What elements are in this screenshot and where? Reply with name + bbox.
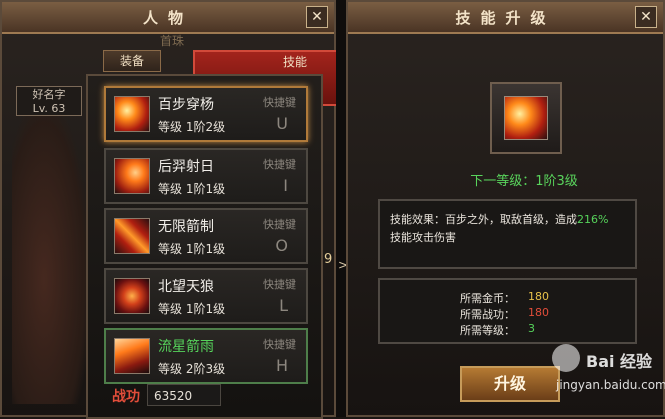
- effect-box: 技能效果：百步之外，取敌首级，造成216% 技能攻击伤害: [378, 199, 637, 269]
- character-namebox: 好名字 Lv. 63: [16, 86, 82, 116]
- watermark-brand: Bai 经验: [586, 352, 653, 371]
- hotkey-label: 快捷键: [263, 218, 296, 231]
- skill-level-label: 等级: [158, 242, 183, 256]
- hotkey-key: I: [283, 176, 288, 195]
- skill-item[interactable]: 后羿射日 等级 1阶1级 快捷键 I: [104, 148, 308, 204]
- requirement-value: 3: [528, 322, 535, 335]
- upgrade-titlebar: 技能升级 ✕: [348, 2, 663, 34]
- skill-level-value: 1阶2级: [185, 120, 226, 134]
- selected-skill-frame: [490, 82, 562, 154]
- hotkey-label: 快捷键: [263, 96, 296, 109]
- arrow-cross-icon: [114, 218, 150, 254]
- skill-item[interactable]: 百步穿杨 等级 1阶2级 快捷键 U: [104, 86, 308, 142]
- skill-level-value: 1阶1级: [185, 302, 226, 316]
- skill-level-label: 等级: [158, 120, 183, 134]
- skill-list: 百步穿杨 等级 1阶2级 快捷键 U 后羿射日 等级 1阶1级 快捷键 I 无限…: [86, 74, 323, 419]
- skill-level-label: 等级: [158, 302, 183, 316]
- requirement-value: 180: [528, 290, 549, 303]
- side-number: 9: [324, 252, 333, 267]
- effect-percent: 216%: [577, 213, 609, 226]
- hotkey-label: 快捷键: [263, 158, 296, 171]
- hotkey-label: 快捷键: [263, 278, 296, 291]
- hotkey-key: U: [276, 114, 288, 133]
- meteor-arrows-icon: [114, 338, 150, 374]
- character-title: 人物: [142, 9, 193, 27]
- hotkey-key: L: [279, 296, 288, 315]
- combat-power-value: 63520: [147, 384, 221, 406]
- combat-power-label: 战功: [112, 389, 140, 405]
- skill-level: 等级 1阶1级: [158, 240, 225, 257]
- watermark: Bai 经验 jingyan.baidu.com: [542, 338, 665, 408]
- skill-item[interactable]: 无限箭制 等级 1阶1级 快捷键 O: [104, 208, 308, 264]
- wolf-spiral-icon: [114, 278, 150, 314]
- tab-equipment[interactable]: 装备: [103, 50, 161, 72]
- skill-level-value: 1阶1级: [185, 182, 226, 196]
- upgrade-title: 技能升级: [455, 9, 556, 27]
- skill-level: 等级 1阶1级: [158, 300, 225, 317]
- character-level: Lv. 63: [32, 102, 66, 115]
- arrow-burst-icon: [114, 96, 150, 132]
- skill-level-label: 等级: [158, 182, 183, 196]
- panel-divider: [336, 0, 346, 417]
- paw-icon: [552, 344, 580, 372]
- hotkey-key: H: [275, 356, 288, 375]
- requirements-box: 所需金币： 180 所需战功： 180 所需等级： 3: [378, 278, 637, 344]
- watermark-url: jingyan.baidu.com: [556, 378, 665, 392]
- effect-text: 技能效果：百步之外，取敌首级，造成216% 技能攻击伤害: [390, 211, 630, 247]
- requirement-value: 180: [528, 306, 549, 319]
- skill-name: 百步穿杨: [158, 97, 214, 113]
- next-level: 下一等级：1阶3级: [470, 174, 578, 189]
- hotkey-label: 快捷键: [263, 338, 296, 351]
- skill-item[interactable]: 北望天狼 等级 1阶1级 快捷键 L: [104, 268, 308, 324]
- skill-level: 等级 1阶1级: [158, 180, 225, 197]
- sun-arrow-icon: [114, 158, 150, 194]
- arrow-burst-icon: [504, 96, 548, 140]
- close-icon[interactable]: ✕: [306, 6, 328, 28]
- effect-suffix: 技能攻击伤害: [390, 231, 456, 244]
- skill-level: 等级 2阶3级: [158, 360, 225, 377]
- character-model: [12, 94, 92, 404]
- skill-level: 等级 1阶2级: [158, 118, 225, 135]
- effect-prefix: 技能效果：百步之外，取敌首级，造成: [390, 213, 577, 226]
- character-titlebar: 人物 ✕: [2, 2, 334, 34]
- skill-level-label: 等级: [158, 362, 183, 376]
- skill-name: 北望天狼: [158, 279, 214, 295]
- skill-item[interactable]: 流星箭雨 等级 2阶3级 快捷键 H: [104, 328, 308, 384]
- character-name: 好名字: [32, 88, 66, 101]
- skill-level-value: 2阶3级: [185, 362, 226, 376]
- skill-name: 无限箭制: [158, 219, 214, 235]
- skill-name: 后羿射日: [158, 159, 214, 175]
- skill-name: 流星箭雨: [158, 339, 214, 355]
- skill-level-value: 1阶1级: [185, 242, 226, 256]
- background-label: 首珠: [160, 34, 185, 48]
- close-icon[interactable]: ✕: [635, 6, 657, 28]
- requirement-label: 所需金币：: [460, 292, 515, 305]
- character-panel: 人物 ✕ 首珠 装备 技能 好名字 Lv. 63 百步穿杨 等级 1阶2级 快捷…: [0, 0, 397, 419]
- hotkey-key: O: [275, 236, 288, 255]
- requirement-label: 所需战功：: [460, 308, 515, 321]
- requirement-label: 所需等级：: [460, 324, 515, 337]
